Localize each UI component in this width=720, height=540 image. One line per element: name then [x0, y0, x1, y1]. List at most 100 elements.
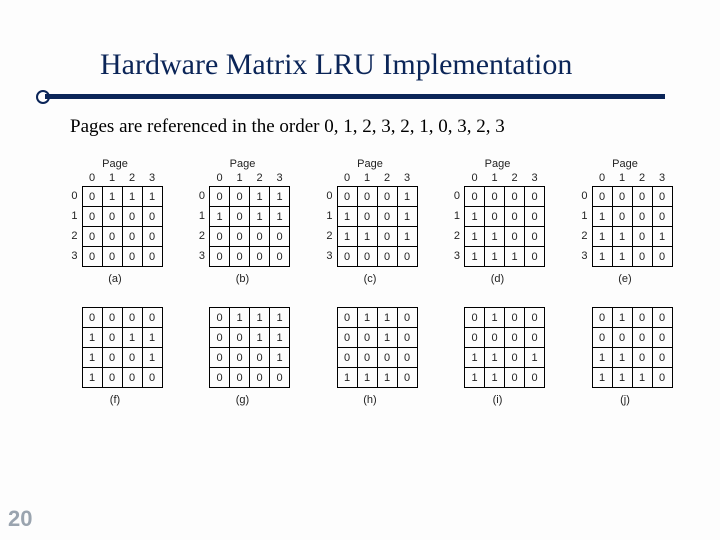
matrix-cell: 1: [377, 368, 397, 388]
matrix-cell: 1: [485, 247, 505, 267]
matrix-cell: 1: [357, 368, 377, 388]
row-header: 3: [195, 246, 205, 266]
row-header: 0: [450, 186, 460, 206]
matrix-cell: 0: [377, 207, 397, 227]
row-header: 3: [68, 246, 78, 266]
matrix-cell: 0: [102, 227, 122, 247]
matrix-cell: 0: [337, 187, 357, 207]
matrix-cell: 0: [82, 207, 102, 227]
matrix-block: Page012301230000100011011100(e): [570, 158, 680, 285]
matrix-cell: 1: [592, 207, 612, 227]
col-header: 2: [250, 172, 270, 184]
matrix-cell: 1: [592, 368, 612, 388]
matrix-caption: (g): [236, 394, 249, 406]
matrix-row-headers: 0123: [68, 186, 78, 267]
col-header: 3: [270, 172, 290, 184]
matrix-cell: 1: [142, 348, 162, 368]
matrix-cell: 0: [210, 328, 230, 348]
matrix-cell: 0: [250, 227, 270, 247]
matrix-cell: 0: [250, 348, 270, 368]
matrix-cell: 0: [122, 368, 142, 388]
col-header: 1: [357, 172, 377, 184]
row-header: 0: [195, 186, 205, 206]
row-header: 1: [323, 206, 333, 226]
matrix-cell: 0: [230, 247, 250, 267]
matrix-cell: 0: [122, 308, 142, 328]
matrix-cell: 1: [142, 328, 162, 348]
matrix-cell: 1: [337, 368, 357, 388]
matrix-cell: 0: [377, 227, 397, 247]
matrix-cell: 1: [250, 328, 270, 348]
row-header: 0: [323, 186, 333, 206]
matrix-cell: 0: [505, 368, 525, 388]
matrix-cell: 1: [377, 308, 397, 328]
matrix-cell: 0: [270, 368, 290, 388]
row-header: 2: [68, 226, 78, 246]
matrix-cell: 1: [397, 227, 417, 247]
matrix-cell: 0: [357, 207, 377, 227]
row-header: 3: [578, 246, 588, 266]
matrix-cell: 1: [337, 227, 357, 247]
matrix-cell: 0: [230, 328, 250, 348]
matrix-cell: 0: [505, 207, 525, 227]
matrix-cell: 1: [357, 308, 377, 328]
matrix-cell: 0: [230, 227, 250, 247]
matrix-cell: 0: [485, 328, 505, 348]
matrix-cell: 1: [485, 308, 505, 328]
matrix-cell: 1: [337, 207, 357, 227]
matrix-cell: 1: [102, 187, 122, 207]
matrix-cell: 1: [397, 187, 417, 207]
matrix-cell: 0: [142, 308, 162, 328]
matrix-row-headers: 0123: [323, 186, 333, 267]
matrix-cell: 0: [230, 207, 250, 227]
matrix-cell: 1: [82, 328, 102, 348]
matrix-cell: 0: [632, 308, 652, 328]
matrix-cell: 1: [485, 227, 505, 247]
matrix-cell: 1: [612, 368, 632, 388]
matrix-grid: 0111001100010000: [209, 307, 290, 388]
matrix-cell: 1: [465, 207, 485, 227]
matrix-page-label: Page: [230, 158, 256, 170]
matrix-cell: 0: [82, 247, 102, 267]
matrix-col-headers: 0123: [82, 172, 162, 184]
matrix-cell: 1: [505, 247, 525, 267]
matrix-grid: 0000100011011100: [592, 186, 673, 267]
matrix-cell: 0: [652, 348, 672, 368]
col-header: 2: [122, 172, 142, 184]
col-header: 0: [465, 172, 485, 184]
matrix-cell: 0: [525, 328, 545, 348]
matrix-cell: 0: [270, 227, 290, 247]
row-header: 3: [450, 246, 460, 266]
matrix-cell: 1: [632, 368, 652, 388]
col-header: 1: [612, 172, 632, 184]
matrix-cell: 0: [632, 207, 652, 227]
matrix-cell: 0: [485, 207, 505, 227]
row-header: 0: [578, 186, 588, 206]
matrix-grid: 0000100011001110: [464, 186, 545, 267]
matrix-block: Page012301230000100011001110(d): [443, 158, 553, 285]
matrix-grid: 0001100111010000: [337, 186, 418, 267]
matrix-cell: 0: [652, 187, 672, 207]
matrix-cell: 1: [82, 368, 102, 388]
matrix-grid: 0011101100000000: [209, 186, 290, 267]
row-header: 2: [323, 226, 333, 246]
row-header: 1: [450, 206, 460, 226]
matrix-caption: (d): [491, 273, 504, 285]
lru-figure: Page012301230111000000000000(a)Page01230…: [60, 158, 680, 428]
matrix-cell: 1: [612, 227, 632, 247]
matrix-block: 0110001000001110(h): [315, 307, 425, 406]
matrix-cell: 0: [122, 348, 142, 368]
row-header: 1: [195, 206, 205, 226]
matrix-cell: 0: [505, 187, 525, 207]
matrix-grid: 0000101110011000: [82, 307, 163, 388]
title-rule: [45, 94, 665, 99]
matrix-cell: 0: [505, 308, 525, 328]
matrix-cell: 0: [210, 368, 230, 388]
matrix-cell: 0: [525, 187, 545, 207]
col-header: 2: [377, 172, 397, 184]
matrix-cell: 1: [525, 348, 545, 368]
matrix-cell: 0: [592, 187, 612, 207]
matrix-caption: (f): [110, 394, 120, 406]
slide-subtitle: Pages are referenced in the order 0, 1, …: [70, 116, 505, 138]
row-header: 0: [68, 186, 78, 206]
